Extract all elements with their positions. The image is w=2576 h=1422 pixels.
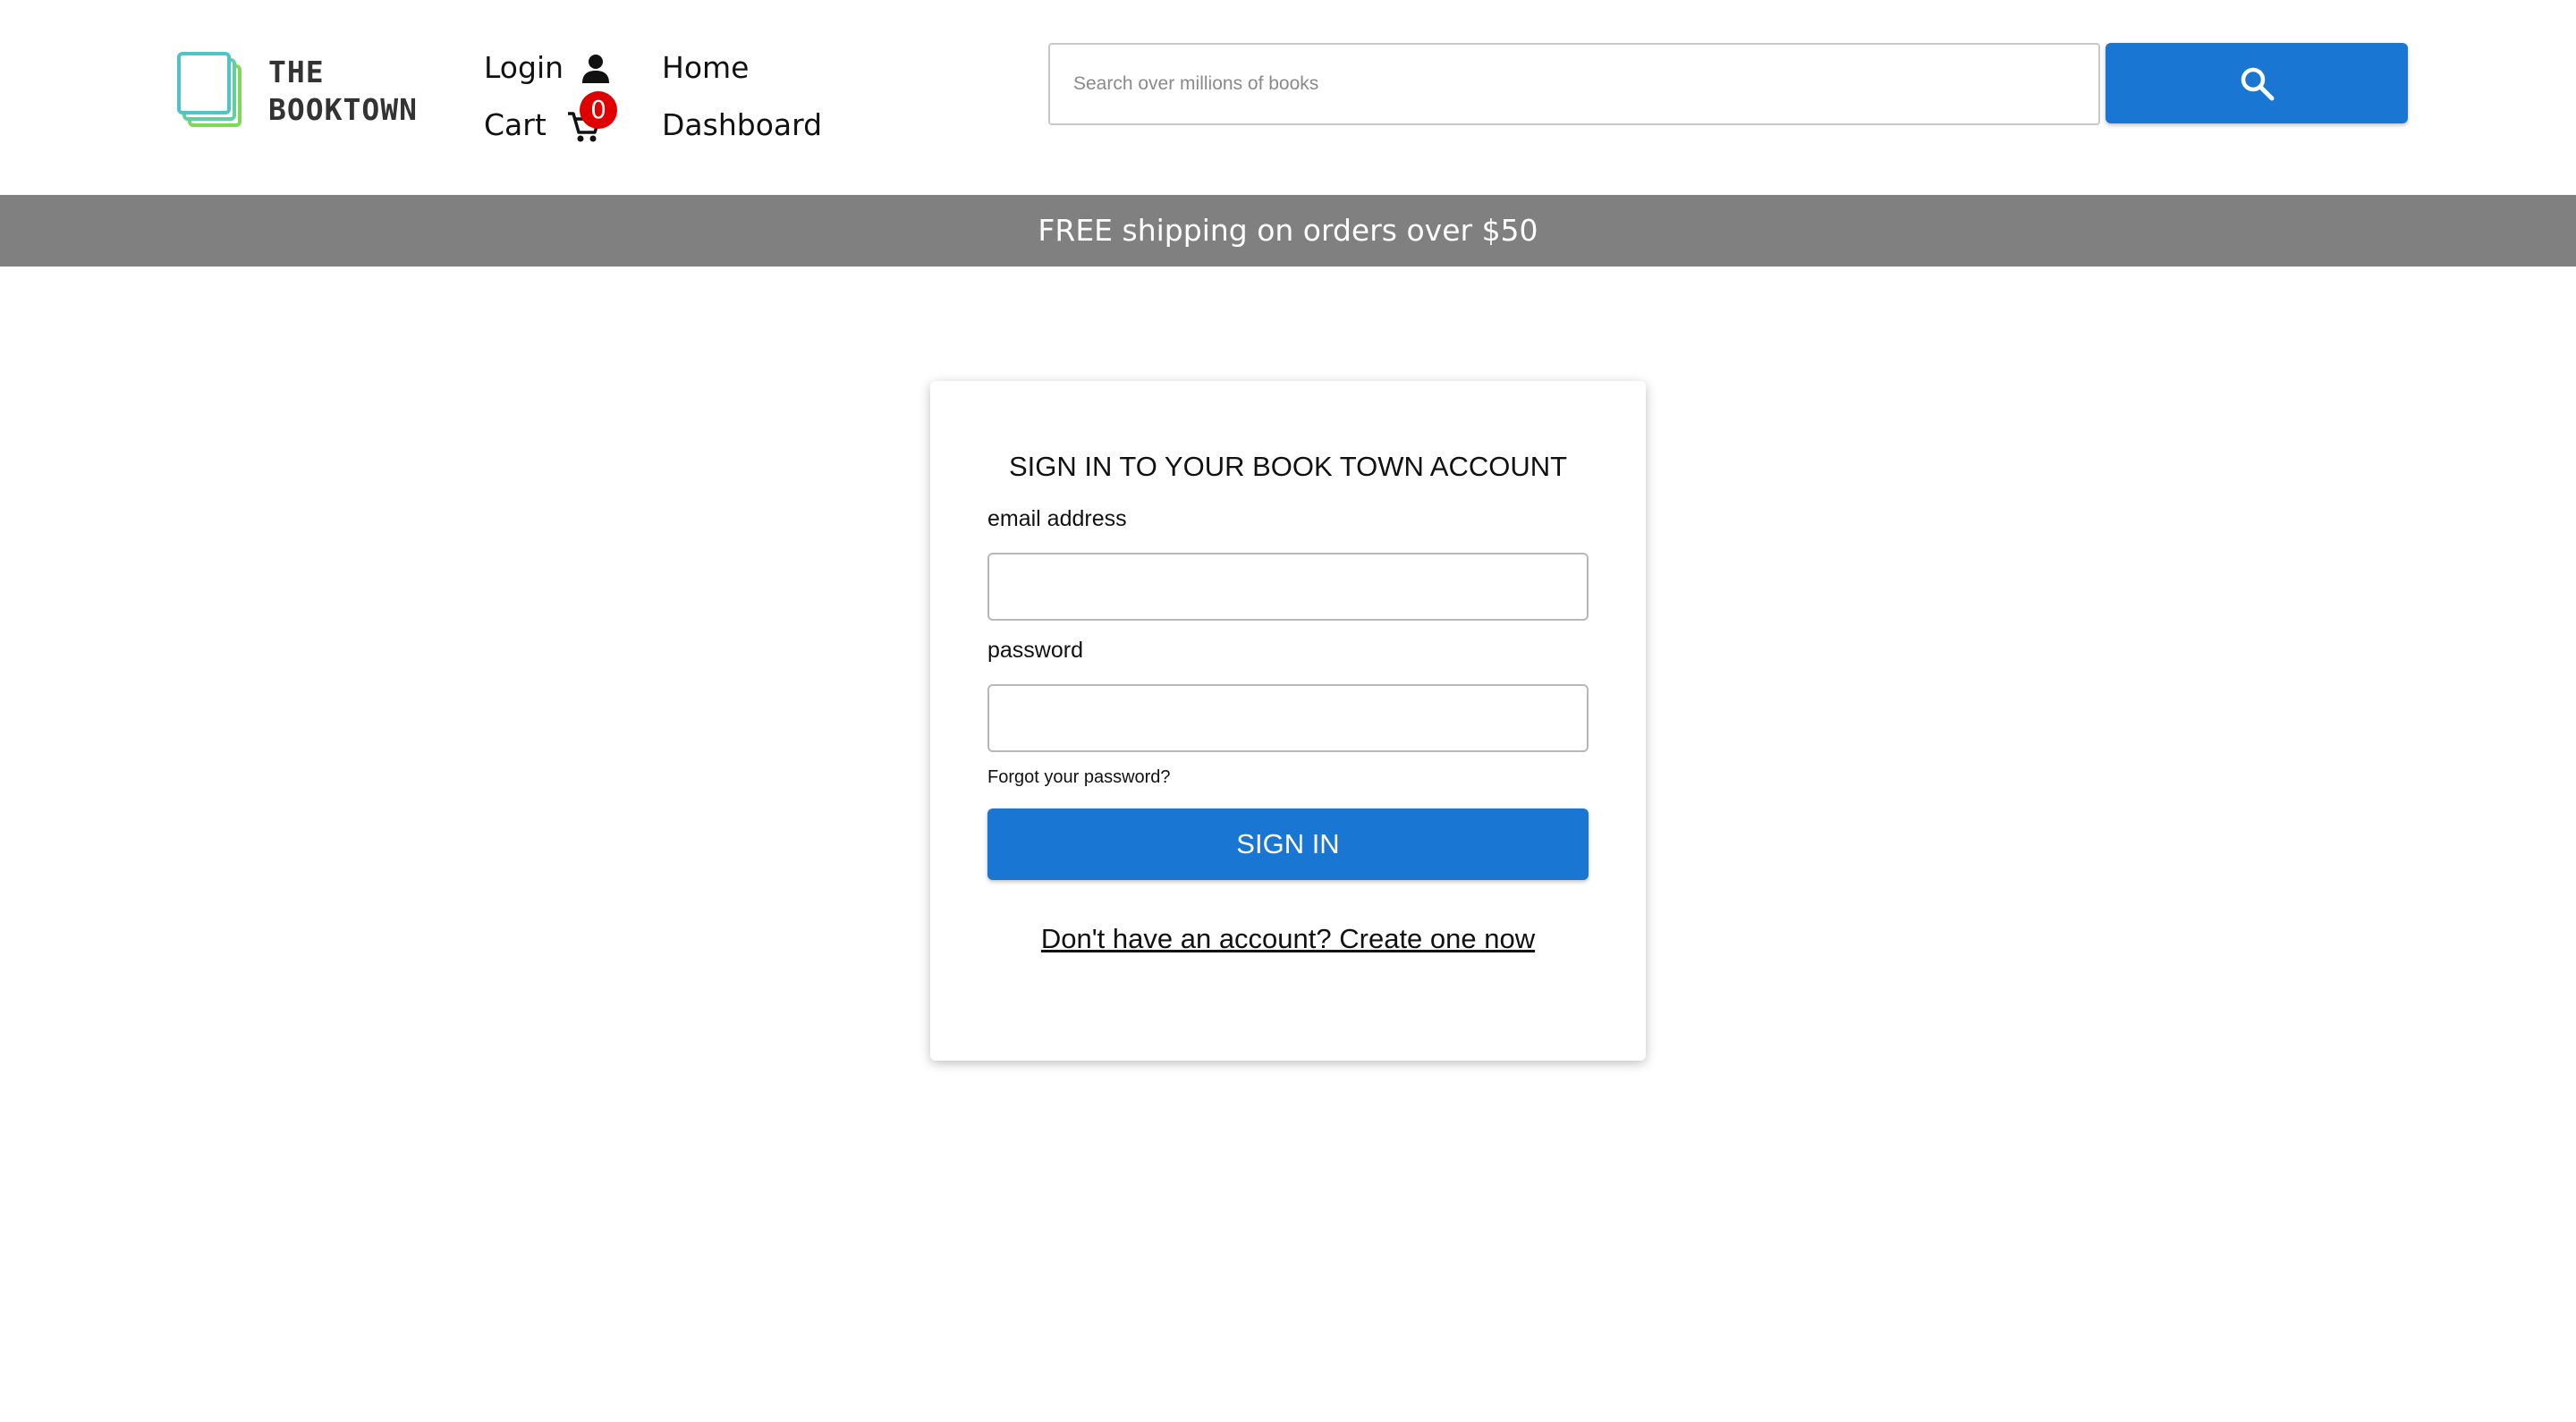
logo-line-2: BOOKTOWN [268,92,418,127]
password-label: password [987,638,1083,663]
search-button[interactable] [2106,43,2408,123]
cart-count-badge: 0 [580,91,617,129]
email-label: email address [987,506,1127,531]
nav-home-link[interactable]: Home [662,50,749,85]
forgot-password-link[interactable]: Forgot your password? [987,767,1171,788]
create-account-link[interactable]: Don't have an account? Create one now [930,923,1646,955]
email-field[interactable] [987,553,1589,621]
search-icon [2241,67,2275,101]
search-input[interactable] [1048,43,2100,125]
free-shipping-banner: FREE shipping on orders over $50 [0,195,2576,267]
logo-wordmark: THE BOOKTOWN [268,54,418,129]
nav-cart-link[interactable]: Cart [484,107,547,142]
site-header: THE BOOKTOWN Login Cart 0 Home Dashboard [0,0,2576,195]
signin-card: SIGN IN TO YOUR BOOK TOWN ACCOUNT email … [930,381,1646,1061]
logo-line-1: THE [268,55,325,89]
password-field[interactable] [987,684,1589,752]
signin-title: SIGN IN TO YOUR BOOK TOWN ACCOUNT [1008,451,1568,482]
book-stack-icon [177,52,242,127]
nav-login-link[interactable]: Login [484,50,564,85]
sign-in-button[interactable]: SIGN IN [987,808,1589,880]
site-logo[interactable]: THE BOOKTOWN [177,52,418,131]
nav-dashboard-link[interactable]: Dashboard [662,107,822,142]
user-icon[interactable] [581,54,610,84]
